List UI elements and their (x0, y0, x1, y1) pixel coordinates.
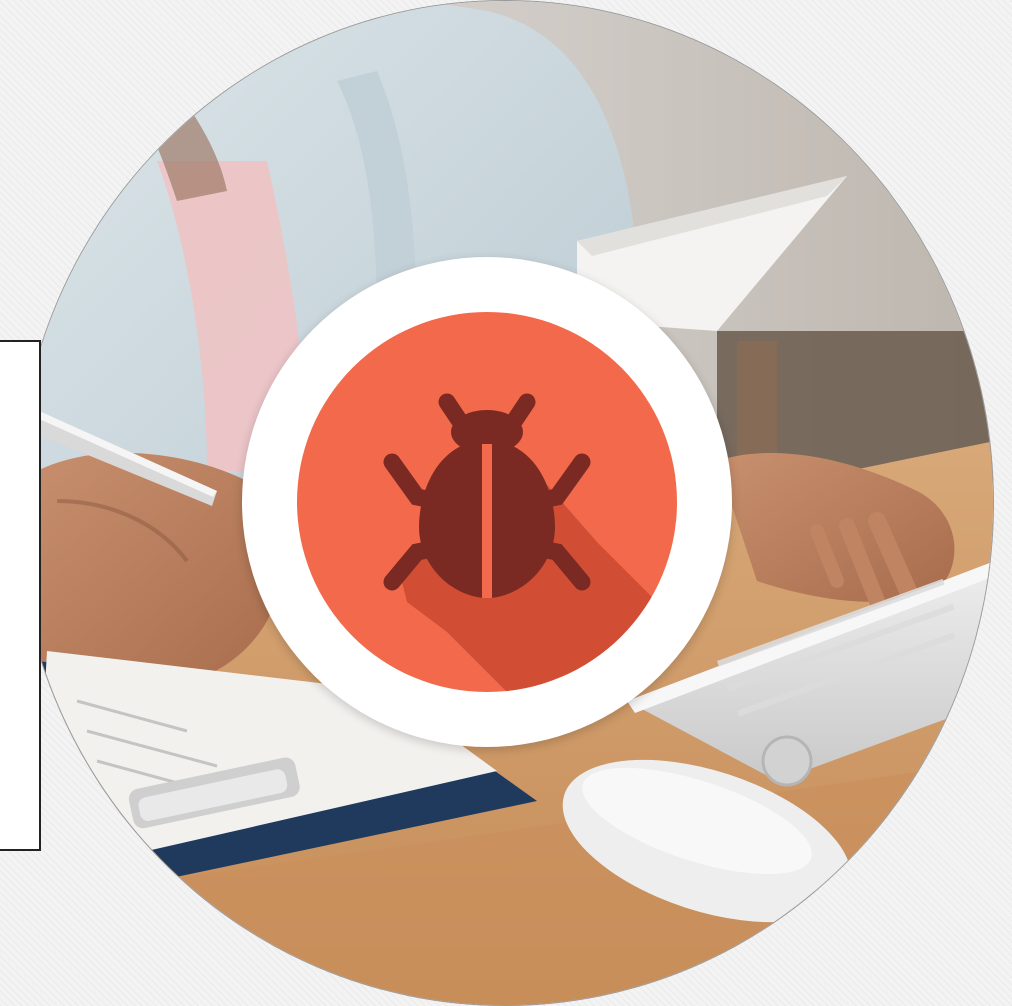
icon-badge (297, 312, 677, 692)
icon-badge-ring (242, 257, 732, 747)
bug-icon (297, 312, 677, 692)
text-box-frame (0, 340, 41, 851)
